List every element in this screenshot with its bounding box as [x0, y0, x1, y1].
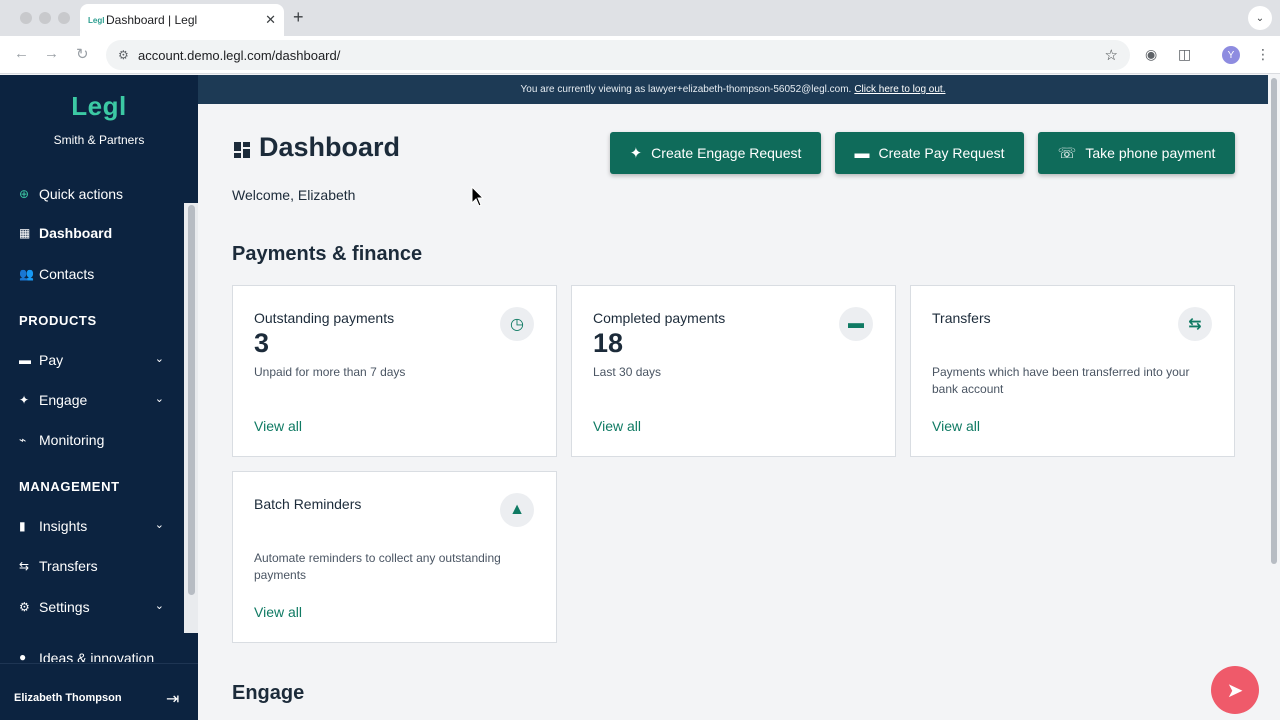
view-all-link[interactable]: View all: [254, 418, 302, 434]
completed-count: 18: [593, 328, 624, 358]
sidebar-item-transfers[interactable]: ⇆ Transfers: [19, 555, 164, 577]
page-title: Dashboard: [259, 132, 401, 162]
window-close-dot[interactable]: [20, 12, 32, 24]
dashboard-grid-icon: [234, 142, 250, 158]
sidebar-item-engage[interactable]: ✦ Engage ⌄: [19, 389, 164, 411]
payments-section-title: Payments & finance: [232, 243, 423, 265]
handshake-icon: ✦: [629, 145, 643, 162]
back-icon[interactable]: ←: [14, 45, 29, 62]
chevron-down-icon[interactable]: ⌄: [155, 518, 164, 531]
create-pay-request-button[interactable]: ▬ Create Pay Request: [835, 132, 1024, 174]
browser-tab[interactable]: Legl Dashboard | Legl ✕: [80, 4, 284, 36]
wallet-icon: ▬: [19, 353, 31, 367]
sidebar-item-insights[interactable]: ▮ Insights ⌄: [19, 515, 164, 537]
logout-icon[interactable]: ⇥: [166, 689, 179, 709]
view-all-link[interactable]: View all: [593, 418, 641, 434]
transfers-card: Transfers Payments which have been trans…: [910, 285, 1235, 457]
new-tab-icon[interactable]: +: [293, 7, 304, 28]
impersonation-banner: You are currently viewing as lawyer+eliz…: [198, 75, 1268, 104]
sidebar-item-dashboard[interactable]: ▦ Dashboard: [19, 222, 164, 244]
gear-icon: ⚙: [19, 600, 30, 614]
browser-menu-icon[interactable]: ⋮: [1256, 46, 1270, 63]
create-engage-request-button[interactable]: ✦ Create Engage Request: [610, 132, 821, 174]
sidebar: Legl Smith & Partners ⊕ Quick actions ▦ …: [0, 75, 198, 720]
bulb-icon: ●: [19, 650, 27, 662]
bar-chart-icon: ▮: [19, 519, 26, 533]
reload-icon[interactable]: ↻: [76, 45, 89, 63]
sidebar-item-monitoring[interactable]: ⌁ Monitoring: [19, 429, 164, 451]
completed-payments-card: Completed payments 18 Last 30 days View …: [571, 285, 896, 457]
address-bar[interactable]: ⚙ account.demo.legl.com/dashboard/ ☆: [106, 40, 1130, 70]
browser-toolbar: ← → ↻ ⚙ account.demo.legl.com/dashboard/…: [0, 36, 1280, 74]
engage-section-title: Engage: [232, 682, 305, 704]
url-text[interactable]: account.demo.legl.com/dashboard/: [138, 48, 1105, 63]
chevron-down-icon[interactable]: ⌄: [155, 352, 164, 365]
take-phone-payment-button[interactable]: ☏ Take phone payment: [1038, 132, 1235, 174]
sidebar-item-contacts[interactable]: 👥 Contacts: [19, 263, 164, 285]
forward-icon[interactable]: →: [44, 45, 59, 62]
sidebar-item-ideas[interactable]: ● Ideas & innovation: [19, 650, 164, 662]
sidebar-footer: Elizabeth Thompson ⇥: [0, 663, 198, 720]
page-scrollbar[interactable]: [1271, 78, 1277, 564]
sidebar-item-settings[interactable]: ⚙ Settings ⌄: [19, 596, 164, 618]
swap-icon: ⇆: [19, 559, 30, 573]
banner-text: You are currently viewing as lawyer+eliz…: [520, 84, 852, 95]
chevron-down-icon[interactable]: ⌄: [155, 392, 164, 405]
legl-logo[interactable]: Legl: [0, 91, 198, 122]
clock-icon: ◷: [500, 307, 534, 341]
card-icon: ▬: [839, 307, 873, 341]
window-zoom-dot[interactable]: [58, 12, 70, 24]
window-minimize-dot[interactable]: [39, 12, 51, 24]
batch-reminders-card: Batch Reminders Automate reminders to co…: [232, 471, 557, 643]
handshake-icon: ✦: [19, 393, 30, 407]
warning-icon: ▲: [500, 493, 534, 527]
close-tab-icon[interactable]: ✕: [265, 12, 276, 28]
welcome-message: Welcome, Elizabeth: [232, 187, 356, 203]
sidebar-item-pay[interactable]: ▬ Pay ⌄: [19, 349, 164, 371]
extensions-puzzle-icon[interactable]: ◫: [1178, 46, 1191, 63]
feedback-button[interactable]: ➤: [1211, 666, 1259, 714]
phone-icon: ☏: [1057, 145, 1077, 162]
pulse-icon: ⌁: [19, 433, 27, 447]
tab-search-icon[interactable]: ⌄: [1248, 6, 1272, 30]
view-all-link[interactable]: View all: [254, 604, 302, 620]
profile-avatar[interactable]: Y: [1222, 46, 1240, 64]
section-management: MANAGEMENT: [19, 479, 120, 494]
user-name: Elizabeth Thompson: [14, 692, 122, 704]
browser-tabbar: Legl Dashboard | Legl ✕ + ⌄: [0, 0, 1280, 36]
sidebar-scrollbar[interactable]: [188, 205, 195, 595]
view-all-link[interactable]: View all: [932, 418, 980, 434]
people-icon: 👥: [19, 267, 34, 281]
mouse-cursor-icon: [471, 186, 485, 207]
logout-link[interactable]: Click here to log out.: [854, 84, 945, 95]
section-products: PRODUCTS: [19, 313, 97, 328]
site-info-icon[interactable]: ⚙: [118, 48, 138, 62]
swap-icon: ⇆: [1178, 307, 1212, 341]
chevron-down-icon[interactable]: ⌄: [155, 599, 164, 612]
extension-monitor-icon[interactable]: ◉: [1145, 46, 1157, 63]
firm-name: Smith & Partners: [53, 133, 145, 147]
favicon-icon: Legl: [88, 15, 105, 25]
sidebar-item-quick-actions[interactable]: ⊕ Quick actions: [19, 183, 164, 205]
grid-icon: ▦: [19, 226, 31, 240]
plus-circle-icon: ⊕: [19, 187, 30, 201]
outstanding-payments-card: Outstanding payments 3 Unpaid for more t…: [232, 285, 557, 457]
bookmark-star-icon[interactable]: ☆: [1105, 46, 1118, 64]
megaphone-icon: ➤: [1226, 679, 1244, 702]
outstanding-count: 3: [254, 328, 270, 358]
tab-title: Dashboard | Legl: [106, 13, 198, 27]
card-icon: ▬: [854, 144, 870, 162]
